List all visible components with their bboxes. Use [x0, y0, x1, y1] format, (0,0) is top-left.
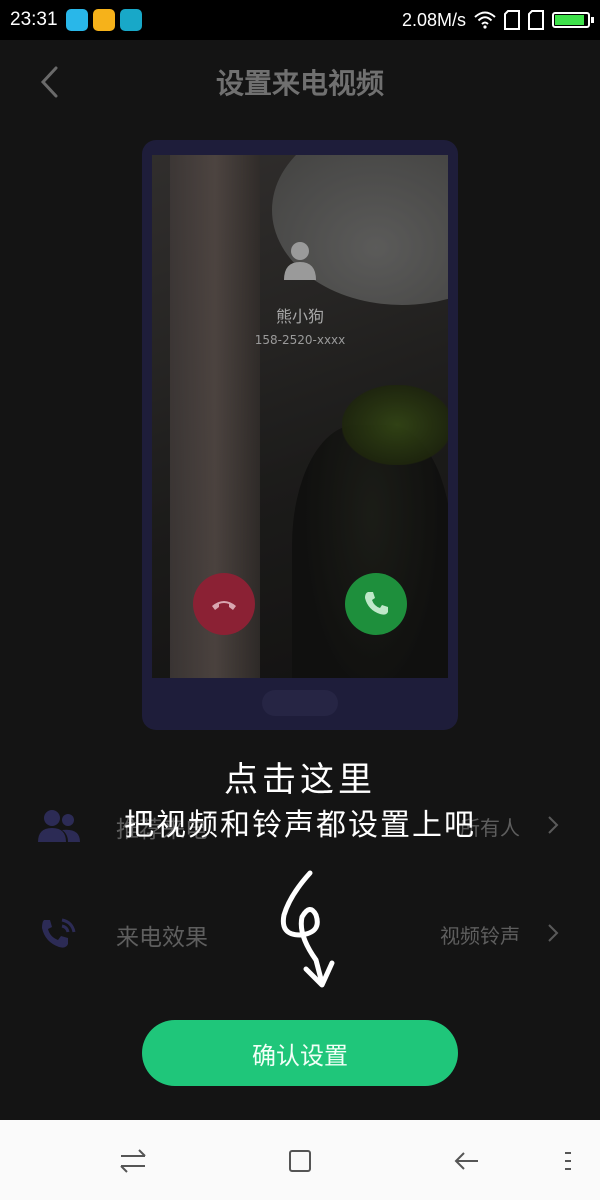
- phone-preview-screen: 熊小狗 158-2520-xxxx: [152, 155, 448, 678]
- chevron-right-icon: [548, 924, 559, 942]
- caller-name: 熊小狗: [275, 307, 324, 326]
- phone-ring-icon: [42, 918, 76, 948]
- caller-number: 158-2520-xxxx: [254, 333, 346, 347]
- phone-preview-home-key: [262, 690, 338, 716]
- status-right: 2.08M/s: [401, 9, 594, 31]
- status-time: 23:31: [10, 9, 58, 30]
- back-arrow-icon[interactable]: [450, 1144, 484, 1178]
- overlay-hint-line1: 点击这里: [224, 760, 376, 800]
- navigation-bar: [0, 1120, 600, 1200]
- battery-level: [555, 15, 584, 25]
- accept-call-button: [345, 573, 407, 635]
- app-badge-icon: [65, 9, 88, 31]
- menu-icon[interactable]: [552, 1144, 586, 1178]
- wifi-icon: [474, 11, 496, 29]
- app-badge-icon: [92, 9, 115, 31]
- hang-up-icon: [212, 601, 236, 610]
- network-speed: 2.08M/s: [401, 9, 466, 30]
- setting-row-label: 来电效果: [116, 925, 208, 951]
- switch-icon[interactable]: [116, 1144, 150, 1178]
- battery-icon: [552, 12, 594, 28]
- hand-drawn-arrow-icon: [280, 870, 335, 988]
- confirm-settings-button[interactable]: 确认设置: [142, 1020, 458, 1086]
- phone-icon: [365, 592, 388, 615]
- status-bar: 23:31 2.08M/s: [0, 0, 600, 40]
- sim1-icon: [504, 10, 520, 30]
- overlay-hint-line2: 把视频和铃声都设置上吧: [124, 808, 476, 843]
- setting-row-value: 视频铃声: [440, 924, 520, 948]
- caller-avatar-icon: [284, 242, 316, 280]
- sim2-icon: [528, 10, 544, 30]
- home-square-icon[interactable]: [283, 1144, 317, 1178]
- page-title: 设置来电视频: [215, 67, 384, 100]
- app-badge-icon: [119, 9, 142, 31]
- decline-call-button: [193, 573, 255, 635]
